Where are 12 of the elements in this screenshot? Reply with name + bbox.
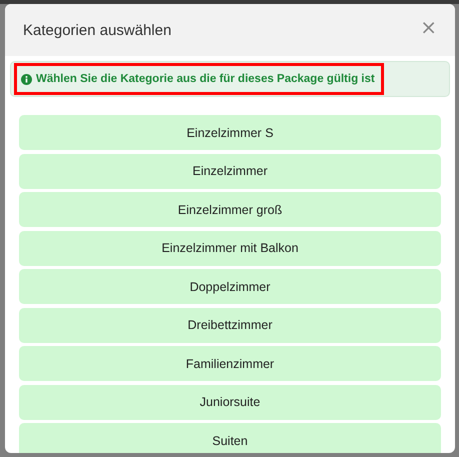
category-button[interactable]: Einzelzimmer groß	[19, 192, 441, 227]
info-icon	[21, 74, 32, 84]
category-button[interactable]: Einzelzimmer	[19, 154, 441, 188]
category-button[interactable]: Juniorsuite	[19, 384, 441, 420]
info-message: Wählen Sie die Kategorie aus die für dieses Package gültig ist	[36, 73, 375, 85]
category-button[interactable]: Suiten	[19, 423, 441, 453]
category-button[interactable]: Einzelzimmer S	[19, 115, 441, 150]
dialog-title: Kategorien auswählen	[23, 22, 172, 38]
category-button[interactable]: Dreibettzimmer	[19, 308, 441, 342]
category-button[interactable]: Doppelzimmer	[19, 269, 441, 304]
category-button[interactable]: Familienzimmer	[19, 346, 441, 381]
category-button[interactable]: Einzelzimmer mit Balkon	[19, 230, 441, 266]
